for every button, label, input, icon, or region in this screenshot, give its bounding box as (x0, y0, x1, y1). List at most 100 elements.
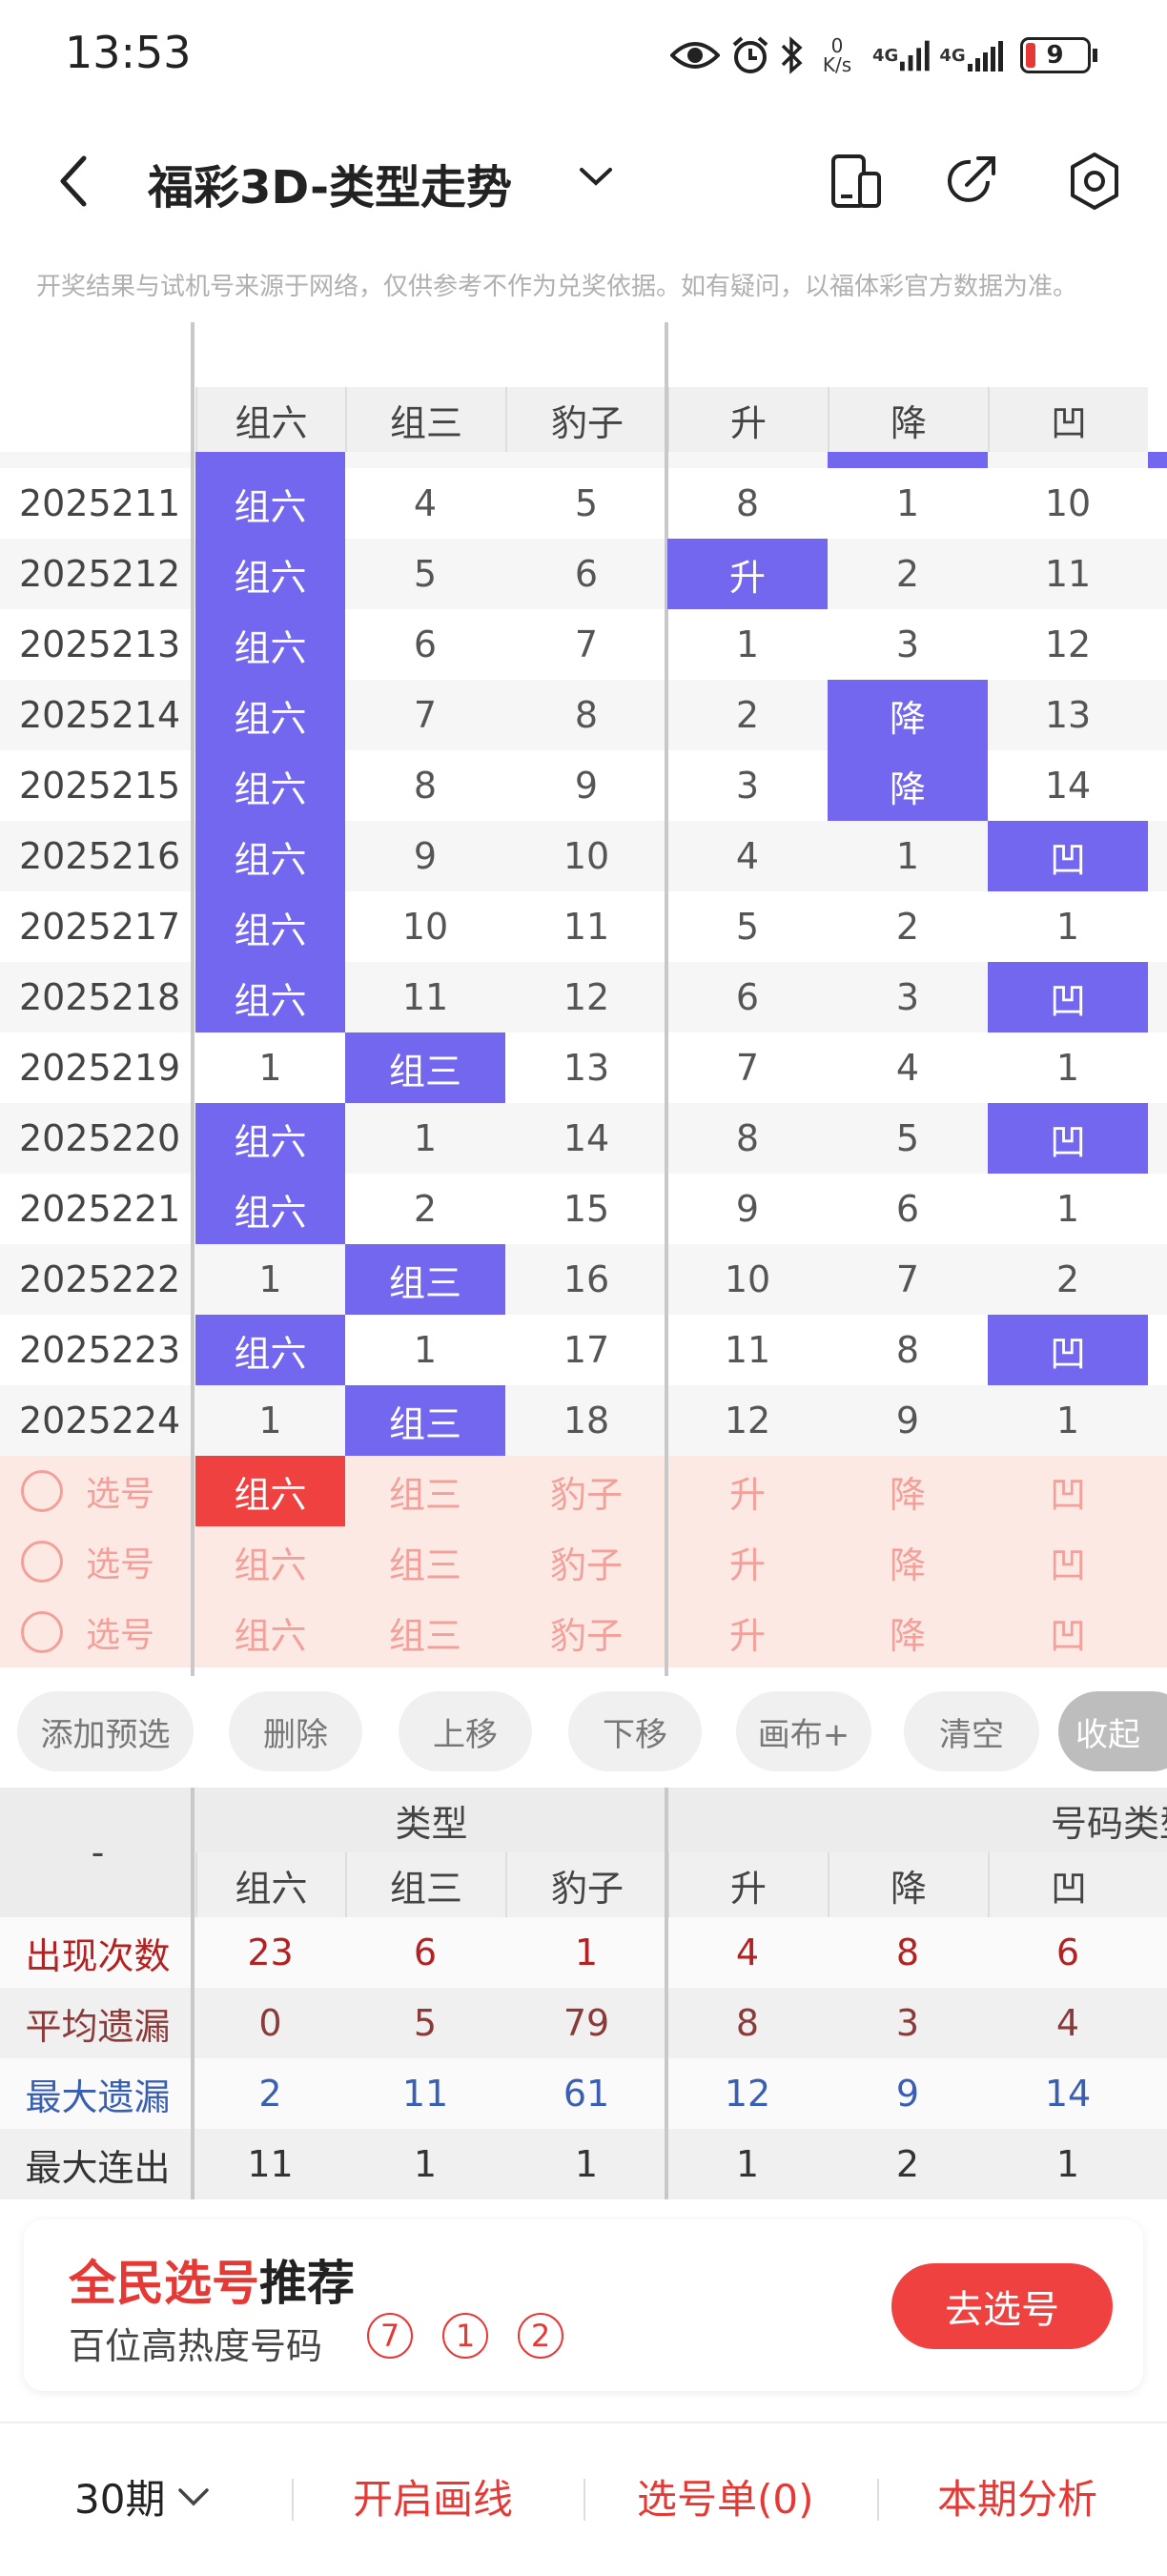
miss-count-cell: 8 (828, 1315, 988, 1385)
pick-row[interactable]: 选号 (21, 1597, 193, 1667)
stats-value: 23 (247, 1932, 294, 1973)
pick-option[interactable]: 组六 (195, 1526, 345, 1597)
miss-count-cell: 10 (505, 821, 667, 891)
miss-count-cell: 8 (505, 680, 667, 750)
radio-icon[interactable] (21, 1611, 63, 1653)
miss-count-cell: 1 (828, 468, 988, 539)
stats-row-label: 平均遗漏 (25, 2005, 171, 2048)
stats-value: 1 (574, 2143, 599, 2185)
miss-count-cell: 17 (505, 1315, 667, 1385)
clear-button[interactable]: 清空 (904, 1691, 1039, 1771)
miss-count-cell: 1 (667, 609, 828, 680)
pick-option[interactable]: 升 (667, 1526, 828, 1597)
hit-cell: 升 (667, 539, 828, 609)
go-pick-button[interactable]: 去选号 (891, 2263, 1113, 2349)
stats-value: 2 (258, 2073, 282, 2115)
pick-label: 选号 (86, 1475, 155, 1514)
stats-column-header: 降 (828, 1852, 988, 1917)
period-count-select[interactable]: 30期 (74, 2467, 213, 2525)
radio-icon[interactable] (21, 1470, 63, 1512)
miss-count-cell: 3 (667, 750, 828, 821)
miss-count-cell: 7 (667, 1032, 828, 1103)
recommend-title: 推荐 (259, 2256, 355, 2311)
pick-option[interactable]: 降 (828, 1526, 988, 1597)
column-header: 升 (667, 387, 828, 452)
radio-icon[interactable] (21, 1541, 63, 1583)
draw-line-button[interactable]: 开启画线 (353, 2467, 513, 2525)
move-down-button[interactable]: 下移 (568, 1691, 702, 1771)
miss-count-cell: 11 (345, 962, 505, 1032)
pick-option[interactable]: 豹子 (505, 1456, 667, 1526)
pick-list-button[interactable]: 选号单(0) (637, 2467, 814, 2525)
miss-count-cell: 6 (828, 1174, 988, 1244)
miss-count-cell: 5 (828, 1103, 988, 1174)
pick-option[interactable]: 升 (667, 1456, 828, 1526)
miss-count-cell: 2 (667, 680, 828, 750)
stats-column-header: 豹子 (505, 1852, 667, 1917)
pick-option[interactable]: 降 (828, 1456, 988, 1526)
clipped-cell (1148, 891, 1167, 962)
status-bar: 13:53 0 K/s 4G 4G 9 (0, 0, 1167, 114)
clipped-cell (1148, 1315, 1167, 1385)
miss-count-cell: 10 (667, 1244, 828, 1315)
period-cell: 2025213 (0, 609, 195, 680)
stats-column-header: 组三 (345, 1852, 505, 1917)
chevron-down-icon[interactable] (572, 153, 620, 200)
stats-value: 0 (258, 2002, 282, 2044)
period-analysis-button[interactable]: 本期分析 (937, 2467, 1097, 2525)
pick-option[interactable]: 升 (667, 1597, 828, 1667)
pick-option[interactable]: 组三 (345, 1526, 505, 1597)
pick-option[interactable]: 组六 (195, 1597, 345, 1667)
miss-count-cell: 12 (988, 609, 1148, 680)
pick-option[interactable]: 豹子 (505, 1526, 667, 1597)
miss-count-cell: 1 (988, 1174, 1148, 1244)
clipped-cell (1148, 1852, 1167, 1917)
share-button[interactable] (932, 143, 1009, 219)
pick-option[interactable]: 降 (828, 1597, 988, 1667)
hit-cell: 降 (828, 750, 988, 821)
period-cell: 2025216 (0, 821, 195, 891)
clipped-cell (1148, 962, 1167, 1032)
miss-count-cell: 6 (345, 609, 505, 680)
settings-button[interactable] (1056, 143, 1133, 219)
miss-count-cell: 7 (345, 680, 505, 750)
collapse-button[interactable]: 收起 (1058, 1691, 1167, 1771)
miss-count-cell: 1 (195, 1385, 345, 1456)
hit-cell: 凹 (988, 1315, 1148, 1385)
miss-count-cell: 11 (667, 1315, 828, 1385)
column-header: 降 (828, 387, 988, 452)
stats-group-type: 类型 (195, 1788, 667, 1852)
layout-toggle-button[interactable] (818, 143, 894, 219)
add-preselect-button[interactable]: 添加预选 (17, 1691, 194, 1771)
hot-number-ball: 2 (518, 2313, 563, 2359)
recommend-title-highlight: 全民选号 (69, 2256, 259, 2311)
hit-cell: 组六 (195, 962, 345, 1032)
pick-option[interactable]: 凹 (988, 1526, 1148, 1597)
stats-corner: - (0, 1788, 195, 1917)
miss-count-cell: 12 (667, 1385, 828, 1456)
pick-option[interactable]: 凹 (988, 1597, 1148, 1667)
delete-button[interactable]: 删除 (229, 1691, 362, 1771)
pick-row[interactable]: 选号 (21, 1456, 193, 1526)
miss-count-cell: 4 (345, 468, 505, 539)
pick-row[interactable]: 选号 (21, 1526, 193, 1597)
clipped-cell (1148, 1174, 1167, 1244)
pick-option[interactable]: 组三 (345, 1456, 505, 1526)
stats-value: 1 (735, 2143, 760, 2185)
signal-2-icon: 4G (939, 27, 1006, 84)
back-button[interactable] (38, 143, 114, 219)
move-up-button[interactable]: 上移 (399, 1691, 532, 1771)
pick-option[interactable]: 凹 (988, 1456, 1148, 1526)
canvas-plus-button[interactable]: 画布+ (736, 1691, 871, 1771)
stats-value: 3 (895, 2002, 920, 2044)
period-cell: 2025214 (0, 680, 195, 750)
stats-value: 6 (1055, 1932, 1080, 1973)
miss-count-cell: 2 (828, 539, 988, 609)
net-speed: 0 K/s (822, 34, 852, 76)
stats-value: 6 (413, 1932, 438, 1973)
pick-option[interactable]: 组三 (345, 1597, 505, 1667)
pick-option[interactable]: 豹子 (505, 1597, 667, 1667)
miss-count-cell: 8 (345, 750, 505, 821)
page-title[interactable]: 福彩3D-类型走势 (148, 150, 512, 216)
pick-option-selected[interactable]: 组六 (195, 1456, 345, 1526)
